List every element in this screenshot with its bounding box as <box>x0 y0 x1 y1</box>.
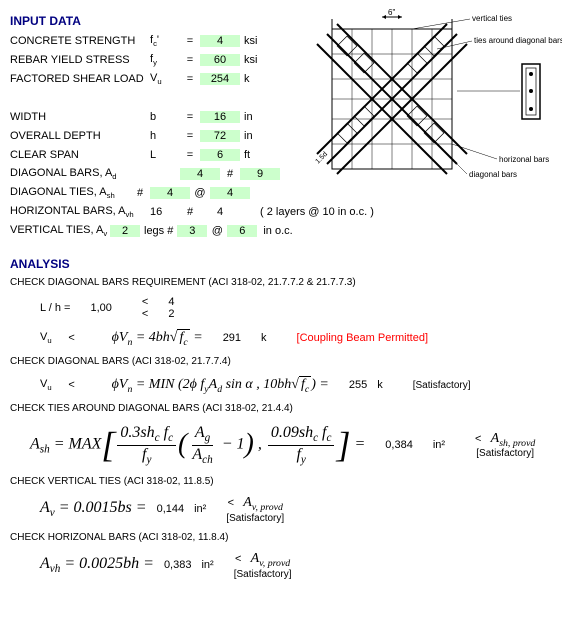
factored-shear-label: FACTORED SHEAR LOAD <box>10 73 150 85</box>
check2-unit: k <box>377 379 383 391</box>
svg-text:ties around diagonal bars: ties around diagonal bars <box>474 36 562 45</box>
h-value[interactable]: 72 <box>200 130 240 142</box>
legs-text: legs # <box>140 225 177 237</box>
at-symbol: @ <box>190 187 210 199</box>
check4-unit: in² <box>194 503 206 515</box>
vert-ties-spacing[interactable]: 6 <box>227 225 257 237</box>
L-unit: ft <box>240 149 274 161</box>
at-symbol: @ <box>207 225 227 237</box>
check3-formula: Ash = MAX[0.3shc fcfy(AgAch − 1) , 0.09s… <box>30 424 365 465</box>
b-symbol: b <box>150 111 180 123</box>
check3-unit: in² <box>433 439 445 451</box>
hash-symbol: # <box>130 187 150 199</box>
b-value[interactable]: 16 <box>200 111 240 123</box>
diag-bars-label: DIAGONAL BARS, Ad <box>10 167 150 181</box>
check1-note: [Coupling Beam Permitted] <box>297 332 428 344</box>
h-symbol: h <box>150 130 180 142</box>
check5-title: CHECK HORIZONAL BARS (ACI 318-02, 11.8.4… <box>10 532 562 543</box>
horiz-bars-label: HORIZONTAL BARS, Avh <box>10 205 150 219</box>
input-data-section: INPUT DATA <box>10 14 562 240</box>
vert-ties-legs[interactable]: 2 <box>110 225 140 237</box>
check2-row: Vu < ϕVn = MIN (2ϕ fyAd sin α , 10bhfc) … <box>10 375 562 395</box>
b-unit: in <box>240 111 274 123</box>
fc-value[interactable]: 4 <box>200 35 240 47</box>
fy-value[interactable]: 60 <box>200 54 240 66</box>
coupling-beam-diagram: 6" 1.5d vertical ties ties around diagon… <box>302 9 562 209</box>
check1-formula: ϕVn = 4bhfc = <box>112 329 203 348</box>
check2-formula: ϕVn = MIN (2ϕ fyAd sin α , 10bhfc) = <box>112 376 329 395</box>
check3-result: 0,384 <box>385 439 413 451</box>
check1-result: 291 <box>223 332 241 344</box>
check3-row: Ash = MAX[0.3shc fcfy(AgAch − 1) , 0.09s… <box>10 422 562 468</box>
check2-title: CHECK DIAGONAL BARS (ACI 318-02, 21.7.7.… <box>10 356 562 367</box>
svg-text:diagonal bars: diagonal bars <box>469 170 517 179</box>
check2-result: 255 <box>349 379 367 391</box>
hash-symbol: # <box>220 168 240 180</box>
check5-row: Avh = 0.0025bh = 0,383 in² < Av, provd [… <box>10 551 562 580</box>
fy-unit: ksi <box>240 54 274 66</box>
diag-bars-size[interactable]: 9 <box>240 168 280 180</box>
diag-ties-spacing[interactable]: 4 <box>210 187 250 199</box>
lh-label: L / h = <box>40 302 70 314</box>
lim1: 4 <box>168 296 174 308</box>
diag-ties-size[interactable]: 4 <box>150 187 190 199</box>
lim2: 2 <box>168 308 174 320</box>
check4-title: CHECK VERTICAL TIES (ACI 318-02, 11.8.5) <box>10 476 562 487</box>
check3-title: CHECK TIES AROUND DIAGONAL BARS (ACI 318… <box>10 403 562 414</box>
row-vert-ties: VERTICAL TIES, Av 2 legs # 3 @ 6 in o.c. <box>10 222 562 240</box>
fc-symbol: fc' <box>150 34 180 48</box>
hash-symbol: # <box>180 206 200 218</box>
vert-ties-note: in o.c. <box>257 225 292 237</box>
rebar-yield-label: REBAR YIELD STRESS <box>10 54 150 66</box>
width-label: WIDTH <box>10 111 150 123</box>
check5-note: [Satisfactory] <box>234 569 292 580</box>
check5-unit: in² <box>201 559 213 571</box>
check4-note: [Satisfactory] <box>226 513 284 524</box>
vert-ties-label: VERTICAL TIES, Av <box>10 224 110 238</box>
check5-formula: Avh = 0.0025bh = <box>40 555 154 575</box>
horiz-bars-count: 16 <box>150 206 180 218</box>
L-value[interactable]: 6 <box>200 149 240 161</box>
analysis-title: ANALYSIS <box>10 257 562 271</box>
span-label: CLEAR SPAN <box>10 149 150 161</box>
check1-lh-row: L / h = 1,00 < < 4 2 <box>10 296 562 320</box>
diag-bars-count[interactable]: 4 <box>180 168 220 180</box>
vu-unit: k <box>240 73 274 85</box>
fy-symbol: fy <box>150 53 180 67</box>
check1-title: CHECK DIAGONAL BARS REQUIREMENT (ACI 318… <box>10 277 562 288</box>
svg-text:vertical ties: vertical ties <box>472 14 512 23</box>
L-symbol: L <box>150 149 180 161</box>
check5-result: 0,383 <box>164 559 192 571</box>
vert-ties-size[interactable]: 3 <box>177 225 207 237</box>
check1-vu-row: Vu < ϕVn = 4bhfc = 291 k [Coupling Beam … <box>10 328 562 348</box>
diag-ties-label: DIAGONAL TIES, Ash <box>10 186 130 200</box>
horiz-bars-size: 4 <box>200 206 240 218</box>
vu-label: Vu <box>40 378 52 392</box>
concrete-strength-label: CONCRETE STRENGTH <box>10 35 150 47</box>
depth-label: OVERALL DEPTH <box>10 130 150 142</box>
check1-unit: k <box>261 332 267 344</box>
check3-note: [Satisfactory] <box>476 448 534 459</box>
vu-value[interactable]: 254 <box>200 73 240 85</box>
check2-note: [Satisfactory] <box>413 380 471 391</box>
check4-formula: Av = 0.0015bs = <box>40 499 147 519</box>
check4-row: Av = 0.0015bs = 0,144 in² < Av, provd [S… <box>10 495 562 524</box>
equals: = <box>180 35 200 47</box>
svg-text:6": 6" <box>388 9 395 17</box>
vu-symbol: Vu <box>150 72 180 86</box>
h-unit: in <box>240 130 274 142</box>
svg-text:horizonal bars: horizonal bars <box>499 155 549 164</box>
check4-result: 0,144 <box>157 503 185 515</box>
vu-label: Vu <box>40 331 52 345</box>
lh-value: 1,00 <box>90 302 111 314</box>
fc-unit: ksi <box>240 35 274 47</box>
